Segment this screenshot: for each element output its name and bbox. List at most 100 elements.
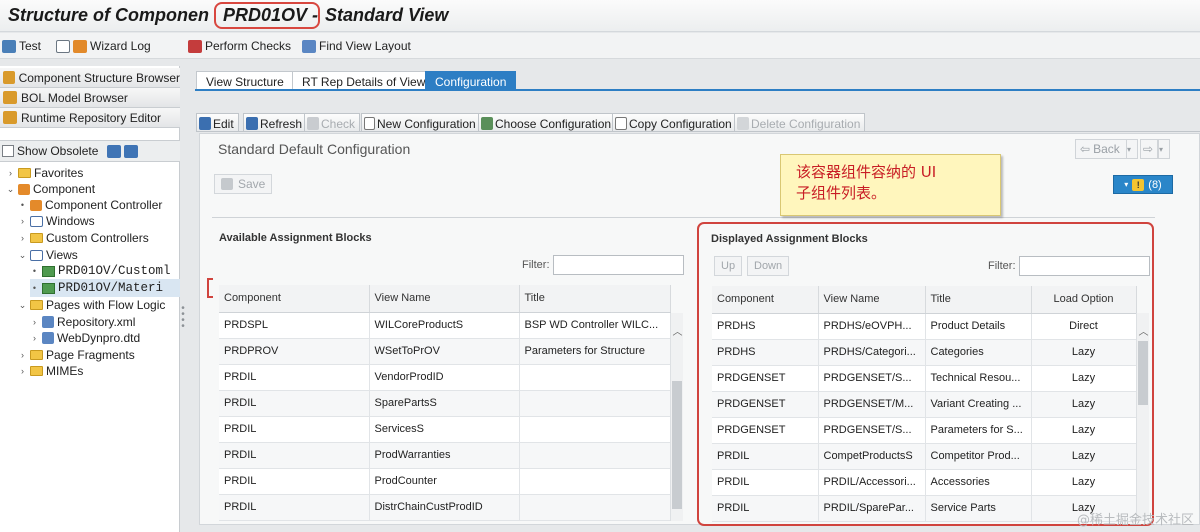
tree-item-views[interactable]: ⌄ Views — [18, 247, 78, 263]
available-blocks-table: Component View Name Title PRDSPL WILCoreP… — [219, 285, 671, 521]
checks-icon — [188, 39, 202, 53]
choose-configuration-button[interactable]: Choose Configuration — [478, 113, 617, 132]
runtime-repository-editor-button[interactable]: Runtime Repository Editor — [0, 108, 180, 128]
bracket-mark — [207, 278, 213, 298]
chevron-right-icon[interactable]: › — [18, 350, 27, 360]
chevron-right-icon[interactable]: › — [18, 233, 27, 243]
copy-configuration-button[interactable]: Copy Configuration — [612, 113, 737, 132]
table-row[interactable]: PRDIL ServicesS — [219, 416, 671, 443]
new-configuration-button[interactable]: New Configuration — [361, 113, 481, 132]
table-row[interactable]: PRDIL ProdCounter — [219, 468, 671, 495]
show-obsolete-checkbox[interactable] — [2, 145, 14, 157]
forward-button[interactable]: ⇨ — [1140, 139, 1158, 159]
tree-item-view-customl[interactable]: • PRD01OV/Customl — [30, 263, 171, 279]
divider — [212, 217, 1155, 218]
tree-label: Windows — [46, 214, 95, 228]
delete-configuration-button[interactable]: Delete Configuration — [734, 113, 866, 132]
tab-rt-rep-details[interactable]: RT Rep Details of View — [292, 71, 436, 90]
tree-item-windows[interactable]: › Windows — [18, 213, 95, 229]
title-suffix: Standard View — [325, 5, 449, 25]
folder-icon — [30, 366, 43, 376]
chevron-down-icon[interactable]: ⌄ — [18, 300, 27, 311]
chevron-right-icon[interactable]: › — [30, 317, 39, 327]
table-cell — [519, 494, 671, 521]
test-label: Test — [19, 39, 42, 53]
chevron-right-icon[interactable]: › — [6, 168, 15, 178]
available-scrollbar[interactable]: ︿ — [670, 313, 683, 521]
tree-item-page-fragments[interactable]: › Page Fragments — [18, 347, 135, 363]
table-cell: ProdWarranties — [369, 442, 520, 469]
table-row[interactable]: PRDIL ProdWarranties — [219, 442, 671, 469]
refresh-button[interactable]: Refresh — [243, 113, 308, 132]
delete-configuration-label: Delete Configuration — [751, 116, 861, 131]
chevron-right-icon[interactable]: › — [18, 216, 27, 226]
back-dropdown[interactable]: ▾ — [1126, 139, 1138, 159]
tab-configuration[interactable]: Configuration — [425, 71, 517, 90]
check-label: Check — [321, 116, 356, 131]
tree-item-webdynpro-dtd[interactable]: › WebDynpro.dtd — [30, 330, 140, 346]
folder-icon — [30, 300, 43, 310]
column-header[interactable]: View Name — [369, 285, 520, 313]
forward-dropdown[interactable]: ▾ — [1158, 139, 1170, 159]
bol-model-browser-button[interactable]: BOL Model Browser — [0, 88, 180, 108]
warnings-badge[interactable]: ▾ ! (8) — [1113, 175, 1173, 194]
runtime-repository-editor-label: Runtime Repository Editor — [21, 110, 162, 125]
choose-icon — [481, 117, 493, 130]
tree-label: Component — [33, 182, 96, 196]
annotation-callout: 该容器组件容纳的 UI 子组件列表。 — [780, 154, 1001, 216]
copy-icon — [615, 117, 627, 130]
save-button[interactable]: Save — [214, 174, 272, 194]
save-label: Save — [238, 177, 266, 191]
test-button[interactable]: Test — [2, 38, 41, 54]
column-header[interactable]: Title — [519, 285, 671, 313]
callout-line-2: 子组件列表。 — [796, 184, 887, 202]
tree-item-pages-flow-logic[interactable]: ⌄ Pages with Flow Logic — [18, 297, 166, 313]
displayed-blocks-highlight-box — [697, 222, 1154, 526]
edit-button[interactable]: Edit — [196, 113, 239, 132]
chevron-down-icon[interactable]: ⌄ — [6, 184, 15, 195]
scroll-thumb[interactable] — [672, 381, 682, 509]
table-row[interactable]: PRDIL VendorProdID — [219, 364, 671, 391]
table-row[interactable]: PRDPROV WSetToPrOV Parameters for Structur… — [219, 338, 671, 365]
chevron-up-icon[interactable]: ︿ — [671, 323, 684, 338]
table-cell: PRDIL — [219, 416, 370, 443]
wizard-log-button[interactable]: Wizard Log — [56, 38, 151, 54]
show-obsolete-bar: Show Obsolete — [0, 140, 180, 162]
tree-item-favorites[interactable]: › Favorites — [6, 165, 83, 181]
back-arrow-icon: ⇦ — [1080, 142, 1091, 156]
bol-icon — [3, 91, 17, 104]
table-row[interactable]: PRDIL SparePartsS — [219, 390, 671, 417]
tab-view-structure[interactable]: View Structure — [196, 71, 294, 90]
forward-arrow-icon: ⇨ — [1143, 142, 1154, 156]
panel-splitter[interactable]: • • • • — [180, 304, 186, 336]
table-cell: ProdCounter — [369, 468, 520, 495]
table-row[interactable]: PRDSPL WILCoreProductS BSP WD Controller W… — [219, 312, 671, 339]
tree-label: WebDynpro.dtd — [57, 331, 141, 345]
table-row[interactable]: PRDIL DistrChainCustProdID — [219, 494, 671, 521]
find-next-icon[interactable] — [124, 144, 139, 158]
table-cell: WSetToPrOV — [369, 338, 520, 365]
find-icon[interactable] — [107, 144, 122, 158]
tree-item-repository-xml[interactable]: › Repository.xml — [30, 314, 135, 330]
component-structure-browser-button[interactable]: Component Structure Browser — [0, 68, 180, 88]
perform-checks-label: Perform Checks — [205, 39, 292, 53]
wizard-icon — [73, 39, 87, 53]
available-filter-input[interactable] — [553, 255, 684, 275]
chevron-right-icon[interactable]: › — [18, 366, 27, 376]
chevron-right-icon[interactable]: › — [30, 333, 39, 343]
tree-item-component-controller[interactable]: • Component Controller — [18, 197, 162, 213]
tree-label: Views — [46, 248, 78, 262]
tree-item-component[interactable]: ⌄ Component — [6, 181, 95, 197]
window-icon — [30, 215, 43, 227]
chevron-down-icon[interactable]: ⌄ — [18, 250, 27, 261]
chevron-down-icon: ▾ — [1159, 144, 1164, 154]
tree-item-mimes[interactable]: › MIMEs — [18, 363, 83, 379]
edit-label: Edit — [213, 116, 234, 131]
perform-checks-button[interactable]: Perform Checks — [188, 38, 291, 54]
check-button[interactable]: Check — [304, 113, 361, 132]
tree-item-view-materi[interactable]: • PRD01OV/Materi — [30, 279, 180, 297]
table-cell — [519, 442, 671, 469]
tree-item-custom-controllers[interactable]: › Custom Controllers — [18, 230, 149, 246]
column-header[interactable]: Component — [219, 285, 370, 313]
find-view-layout-button[interactable]: Find View Layout — [302, 38, 411, 54]
